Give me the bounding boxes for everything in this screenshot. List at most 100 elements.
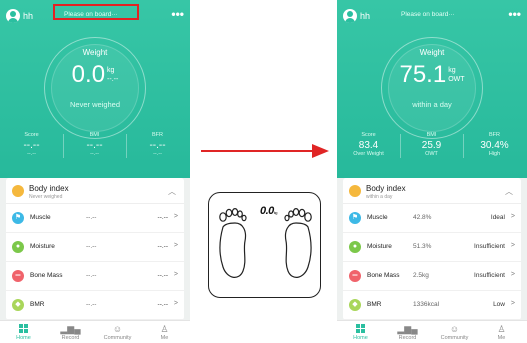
record-chart-icon: ▂▆▄ — [60, 324, 81, 334]
chevron-right-icon: > — [173, 213, 178, 220]
stat-desc: Over Weight — [353, 151, 384, 157]
row-status: Ideal — [490, 214, 505, 221]
row-status: Insufficient — [474, 243, 505, 250]
bmr-icon: ◆ — [12, 299, 24, 311]
arrow-right-icon — [312, 144, 329, 158]
chevron-right-icon: > — [173, 242, 178, 249]
stat-value: --.-- — [149, 140, 166, 151]
chevron-right-icon: > — [510, 271, 515, 278]
list-item-bmr[interactable]: ◆ BMR --.-- --.-- > — [6, 291, 184, 320]
muscle-icon: ⚑ — [349, 212, 361, 224]
phone-before: hh Please on board··· ••• Weight 0.0 kg --… — [0, 0, 190, 343]
bone-icon: ═ — [12, 270, 24, 282]
weight-unit-sub: OWT — [448, 76, 465, 83]
top-bar: hh Please on board··· ••• — [343, 7, 521, 25]
stats-row: Score 83.4 Over Weight BMI 25.9 OWT BFR … — [337, 132, 527, 166]
chevron-right-icon: > — [510, 300, 515, 307]
tab-community[interactable]: ☺ Community — [94, 323, 141, 341]
home-grid-icon — [0, 323, 47, 335]
weight-number: 75.1 — [399, 61, 447, 88]
stat-bmi: BMI --.-- --.-- — [63, 132, 126, 157]
tab-label: Record — [61, 335, 80, 341]
stat-score: Score 83.4 Over Weight — [337, 132, 400, 157]
tab-label: Me — [160, 335, 169, 341]
row-value: 42.8% — [413, 214, 432, 221]
bottom-tab-bar: Home ▂▆▄ Record ☺ Community ♙ Me — [0, 320, 190, 343]
tab-community[interactable]: ☺ Community — [431, 323, 478, 341]
moisture-icon: ● — [349, 241, 361, 253]
row-value: 51.3% — [413, 243, 432, 250]
body-index-header[interactable]: Body index Never weighed ︿ — [6, 178, 184, 204]
board-status-highlight — [53, 4, 139, 20]
tab-me[interactable]: ♙ Me — [478, 323, 525, 341]
list-item-muscle[interactable]: ⚑ Muscle 42.8% Ideal > — [343, 204, 521, 233]
more-dots-icon[interactable]: ••• — [171, 7, 184, 21]
stat-divider — [400, 134, 401, 158]
tab-record[interactable]: ▂▆▄ Record — [384, 323, 431, 341]
stat-bfr: BFR 30.4% High — [463, 132, 526, 157]
row-value: --.-- — [86, 301, 97, 308]
stat-divider — [463, 134, 464, 158]
tab-home[interactable]: Home — [337, 323, 384, 341]
more-dots-icon[interactable]: ••• — [508, 7, 521, 21]
stats-row: Score --.-- --.-- BMI --.-- --.-- BFR --… — [0, 132, 190, 166]
home-grid-icon — [337, 323, 384, 335]
stat-label: BFR — [489, 132, 500, 138]
chevron-up-icon[interactable]: ︿ — [168, 186, 176, 197]
stat-desc: OWT — [425, 151, 438, 157]
community-smile-icon: ☺ — [112, 324, 123, 334]
bmr-icon: ◆ — [349, 299, 361, 311]
stat-bmi: BMI 25.9 OWT — [400, 132, 463, 157]
body-index-subtitle: Never weighed — [29, 194, 63, 200]
bottom-tab-bar: Home ▂▆▄ Record ☺ Community ♙ Me — [337, 320, 527, 343]
community-smile-icon: ☺ — [449, 324, 460, 334]
weight-unit: kg OWT — [448, 66, 464, 84]
tab-label: Community — [440, 335, 469, 341]
row-status: --.-- — [157, 301, 168, 308]
list-item-bone-mass[interactable]: ═ Bone Mass --.-- --.-- > — [6, 262, 184, 291]
tab-record[interactable]: ▂▆▄ Record — [47, 323, 94, 341]
stat-label: Score — [24, 132, 39, 138]
user-name: hh — [23, 11, 34, 21]
weight-subtitle: within a day — [412, 100, 452, 109]
weight-unit-kg: kg — [448, 67, 456, 74]
list-item-moisture[interactable]: ● Moisture --.-- --.-- > — [6, 233, 184, 262]
moisture-icon: ● — [12, 241, 24, 253]
row-name: Bone Mass — [367, 272, 400, 279]
stat-value: --.-- — [86, 140, 103, 151]
row-name: Moisture — [30, 243, 55, 250]
stat-label: BFR — [152, 132, 163, 138]
list-item-moisture[interactable]: ● Moisture 51.3% Insufficient > — [343, 233, 521, 262]
me-person-icon: ♙ — [497, 324, 506, 334]
tab-label: Home — [16, 335, 31, 341]
bone-icon: ═ — [349, 270, 361, 282]
stat-desc: High — [488, 151, 501, 157]
row-status: Insufficient — [474, 272, 505, 279]
body-index-header[interactable]: Body index within a day ︿ — [343, 178, 521, 204]
tab-label: Record — [398, 335, 417, 341]
row-name: BMR — [30, 301, 45, 308]
avatar[interactable] — [343, 9, 357, 23]
row-value: 1336kcal — [413, 301, 440, 308]
row-name: Muscle — [30, 214, 51, 221]
row-name: Bone Mass — [30, 272, 63, 279]
stat-bfr: BFR --.-- --.-- — [126, 132, 189, 157]
list-item-bone-mass[interactable]: ═ Bone Mass 2.5kg Insufficient > — [343, 262, 521, 291]
hero-panel: hh Please on board··· ••• Weight 75.1 kg O… — [337, 0, 527, 178]
weight-value: 0.0 kg --.-- — [0, 61, 190, 89]
tab-me[interactable]: ♙ Me — [141, 323, 188, 341]
stat-score: Score --.-- --.-- — [0, 132, 63, 157]
feet-icon — [219, 208, 312, 278]
stat-value: --.-- — [23, 140, 40, 151]
row-name: Muscle — [367, 214, 388, 221]
stat-value: 30.4% — [480, 140, 509, 151]
list-item-bmr[interactable]: ◆ BMR 1336kcal Low > — [343, 291, 521, 320]
stat-desc: --.-- — [27, 151, 36, 157]
tab-home[interactable]: Home — [0, 323, 47, 341]
body-index-subtitle: within a day — [366, 194, 393, 200]
stat-label: BMI — [426, 132, 437, 138]
chevron-up-icon[interactable]: ︿ — [505, 186, 513, 197]
list-item-muscle[interactable]: ⚑ Muscle --.-- --.-- > — [6, 204, 184, 233]
muscle-icon: ⚑ — [12, 212, 24, 224]
avatar[interactable] — [6, 9, 20, 23]
